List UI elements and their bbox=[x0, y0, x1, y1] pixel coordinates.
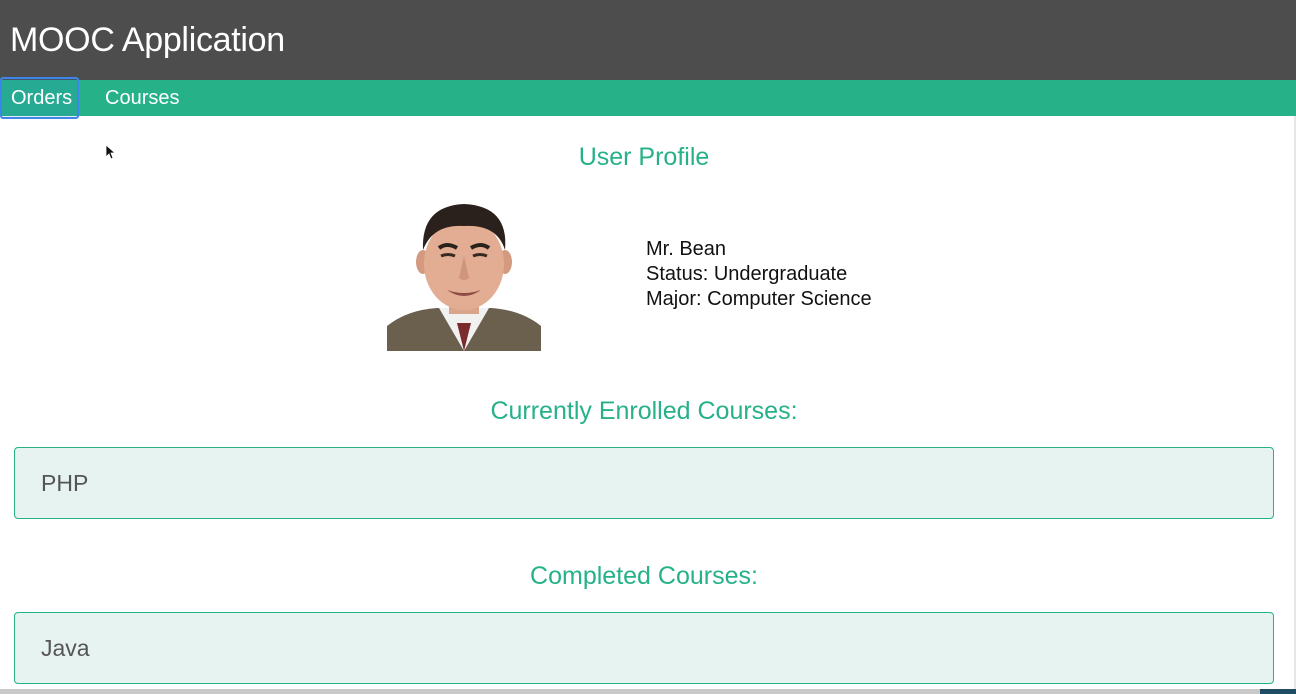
profile-name: Mr. Bean bbox=[646, 238, 727, 260]
app-title: MOOC Application bbox=[10, 21, 285, 59]
window-bottom-edge bbox=[0, 689, 1296, 694]
app-header: MOOC Application bbox=[0, 0, 1296, 80]
profile-status: Status: Undergraduate bbox=[646, 263, 848, 285]
nav-item-orders[interactable]: Orders bbox=[0, 77, 79, 119]
enrolled-courses-heading: Currently Enrolled Courses: bbox=[490, 397, 798, 425]
completed-courses-heading: Completed Courses: bbox=[530, 562, 758, 590]
profile-info: Mr. Bean Status: Undergraduate Major: Co… bbox=[646, 237, 872, 312]
enrolled-course-item[interactable]: PHP bbox=[14, 447, 1274, 519]
navbar: Orders Courses bbox=[0, 77, 1296, 119]
nav-item-courses[interactable]: Courses bbox=[105, 80, 179, 116]
avatar-icon bbox=[387, 198, 541, 351]
window-bottom-corner bbox=[1260, 689, 1296, 694]
profile-major: Major: Computer Science bbox=[646, 288, 872, 310]
completed-course-item[interactable]: Java bbox=[14, 612, 1274, 684]
user-profile-heading: User Profile bbox=[578, 143, 710, 171]
profile-photo bbox=[387, 198, 541, 351]
